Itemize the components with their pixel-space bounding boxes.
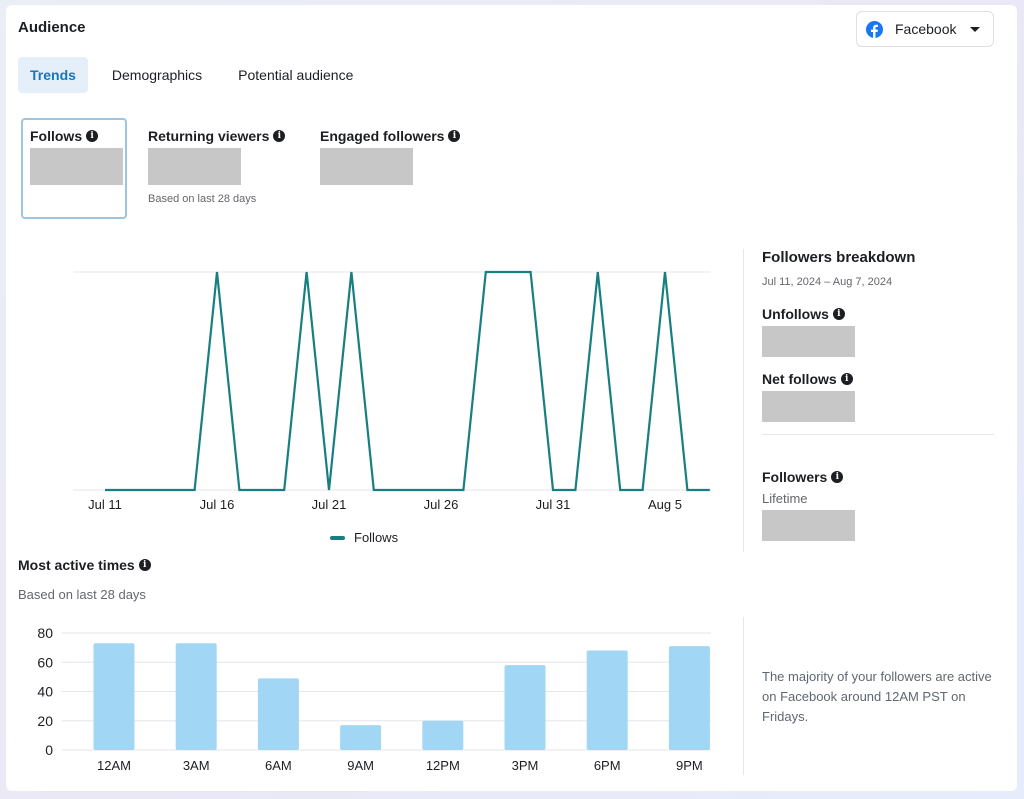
info-icon[interactable]: i [831,471,844,483]
legend-label-follows: Follows [354,530,399,545]
chart-legend: Follows [330,530,398,545]
bar-9am [340,725,382,750]
x-tick-label: 12AM [97,758,131,773]
info-icon[interactable]: i [448,130,461,142]
platform-dropdown[interactable]: Facebook [856,11,994,47]
metric-label: Follows [30,128,83,144]
bar-3am [175,643,217,750]
redacted-unfollows-value [762,326,855,357]
followers-lifetime-label: Lifetime [762,491,808,506]
bar-12pm [422,720,464,750]
x-tick-label: 3PM [512,758,539,773]
most-active-bar-chart: 0 20 40 60 80 12AM 3AM 6AM 9AM 12PM 3PM 6PM 9PM [37,625,711,773]
x-tick-label: 9AM [347,758,374,773]
x-tick-label: 12PM [426,758,460,773]
info-icon[interactable]: i [273,130,286,142]
most-active-subtitle: Based on last 28 days [18,587,146,602]
info-icon[interactable]: i [138,559,151,571]
unfollows-label: Unfollows i [762,306,994,322]
redacted-value [320,148,413,185]
tab-potential-audience[interactable]: Potential audience [226,57,365,93]
page-title: Audience [18,19,86,36]
tab-bar: Trends Demographics Potential audience [18,57,377,93]
tab-trends[interactable]: Trends [18,57,88,93]
most-active-title: Most active times i [18,557,151,573]
followers-text: Followers [762,469,828,485]
horizontal-divider [762,434,994,435]
x-tick-label: 9PM [676,758,703,773]
bar-3pm [504,665,546,750]
vertical-divider [743,249,744,552]
y-tick-label: 20 [37,713,53,729]
info-icon[interactable]: i [840,373,853,385]
redacted-value [148,148,241,185]
y-tick-label: 0 [45,742,53,758]
legend-swatch-follows [330,535,345,540]
tab-demographics[interactable]: Demographics [100,57,214,93]
info-icon[interactable]: i [86,130,99,142]
redacted-net-follows-value [762,391,855,422]
x-tick-label: Jul 31 [536,497,571,512]
metric-subtitle: Based on last 28 days [148,193,257,205]
metric-card-follows[interactable]: Follows i [21,118,127,219]
x-tick-label: 3AM [183,758,210,773]
metric-label: Engaged followers [320,128,445,144]
metric-card-engaged-followers[interactable]: Engaged followers i [311,118,471,219]
unfollows-text: Unfollows [762,306,829,322]
followers-label: Followers i [762,469,994,485]
redacted-followers-value [762,510,855,541]
facebook-icon [866,20,883,38]
x-tick-label: Aug 5 [648,497,682,512]
bar-12am [93,643,135,750]
info-icon[interactable]: i [832,308,845,320]
metric-card-returning-viewers[interactable]: Returning viewers i Based on last 28 day… [139,118,299,219]
x-tick-label: 6AM [265,758,292,773]
bar-6am [257,678,299,750]
bar-6pm [586,650,628,750]
platform-label: Facebook [895,21,957,37]
metric-label: Returning viewers [148,128,270,144]
y-tick-label: 80 [37,625,53,641]
x-tick-label: 6PM [594,758,621,773]
net-follows-text: Net follows [762,371,837,387]
caret-down-icon [970,26,981,32]
follows-line-chart: Jul 11 Jul 16 Jul 21 Jul 26 Jul 31 Aug 5 [73,270,711,512]
y-tick-label: 40 [37,684,53,700]
vertical-divider [743,617,744,775]
x-tick-label: Jul 11 [88,497,122,512]
active-times-insight: The majority of your followers are activ… [762,669,992,724]
y-tick-label: 60 [37,654,53,670]
breakdown-title: Followers breakdown [762,249,916,266]
metric-cards: Follows i Returning viewers i Based on l… [21,118,483,219]
x-tick-label: Jul 26 [424,497,459,512]
follows-series-line [105,270,710,492]
redacted-value [30,148,123,185]
x-tick-label: Jul 16 [200,497,235,512]
bar-9pm [668,646,710,750]
x-tick-label: Jul 21 [312,497,347,512]
net-follows-label: Net follows i [762,371,994,387]
most-active-title-text: Most active times [18,557,135,573]
followers-breakdown-panel: Followers breakdown Jul 11, 2024 – Aug 7… [762,249,994,541]
breakdown-date-range: Jul 11, 2024 – Aug 7, 2024 [762,276,893,288]
